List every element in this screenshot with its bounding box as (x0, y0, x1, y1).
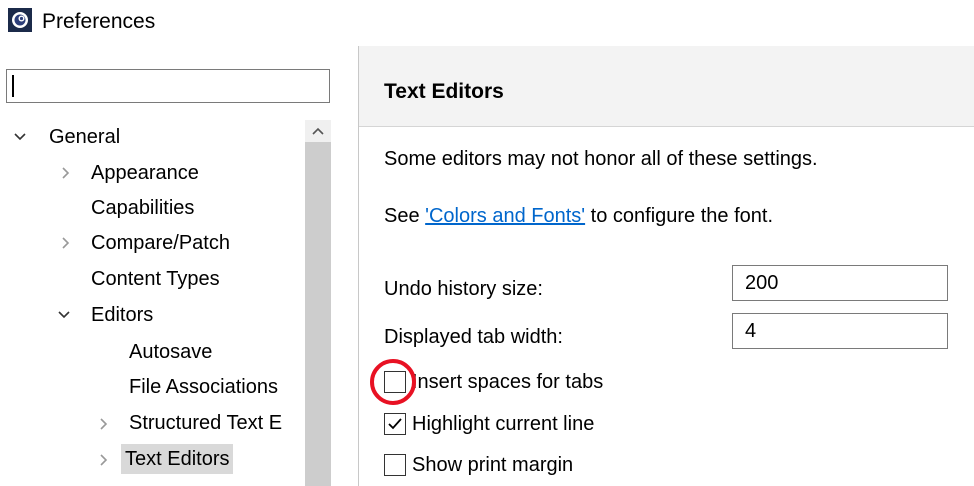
tree-item-autosave[interactable]: Autosave (0, 335, 216, 369)
print-margin-checkbox[interactable] (384, 454, 406, 476)
tree-item-editors[interactable]: Editors (0, 298, 157, 332)
settings-note: Some editors may not honor all of these … (384, 148, 818, 170)
tree-item-label: Appearance (91, 162, 199, 184)
chevron-right-icon[interactable] (96, 452, 112, 468)
text-caret (12, 75, 14, 97)
colors-and-fonts-link[interactable]: 'Colors and Fonts' (425, 205, 585, 227)
tree-item-label: Editors (91, 304, 154, 326)
preference-page: Text Editors Some editors may not honor … (359, 46, 974, 486)
chevron-right-icon[interactable] (96, 416, 112, 432)
insert-spaces-label: Insert spaces for tabs (412, 370, 604, 393)
page-header: Text Editors (359, 46, 974, 127)
eclipse-app-icon (8, 8, 32, 32)
tree-item-capabilities[interactable]: Capabilities (0, 191, 198, 225)
tree-item-general[interactable]: General (0, 120, 124, 154)
highlight-line-checkbox[interactable] (384, 413, 406, 435)
tree-item-structured-text-editors[interactable]: Structured Text E (0, 406, 286, 440)
chevron-down-icon[interactable] (12, 129, 28, 145)
undo-history-input[interactable] (732, 265, 948, 301)
tree-item-file-associations[interactable]: File Associations (0, 370, 282, 404)
insert-spaces-checkbox[interactable] (384, 371, 406, 393)
tree-item-label: Capabilities (91, 197, 195, 219)
page-title: Text Editors (384, 80, 504, 103)
tab-width-input[interactable] (732, 313, 948, 349)
tree-item-label: Compare/Patch (91, 232, 230, 254)
highlight-line-option[interactable]: Highlight current line (384, 410, 594, 438)
chevron-right-icon[interactable] (58, 235, 74, 251)
tree-item-content-types[interactable]: Content Types (0, 262, 224, 296)
chevron-down-icon[interactable] (56, 307, 72, 323)
undo-history-label: Undo history size: (384, 278, 543, 300)
tree-item-compare-patch[interactable]: Compare/Patch (0, 226, 234, 260)
insert-spaces-option[interactable]: Insert spaces for tabs (384, 368, 603, 396)
tree-item-appearance[interactable]: Appearance (0, 156, 203, 190)
print-margin-label: Show print margin (412, 453, 574, 476)
tree-item-label: Content Types (91, 268, 220, 290)
see-prefix: See (384, 205, 426, 227)
scroll-up-arrow-icon[interactable] (310, 124, 326, 138)
tree-item-label: Autosave (129, 341, 213, 363)
print-margin-option[interactable]: Show print margin (384, 451, 573, 479)
font-config-line: See 'Colors and Fonts' to configure the … (384, 205, 773, 228)
tree-item-label: File Associations (129, 376, 278, 398)
tree-item-text-editors[interactable]: Text Editors (0, 442, 234, 476)
highlight-line-label: Highlight current line (412, 412, 595, 435)
window-title: Preferences (42, 10, 156, 33)
tree-item-label: Structured Text E (129, 412, 283, 434)
tree-scrollbar[interactable] (305, 120, 331, 486)
tree-item-label: Text Editors (121, 444, 234, 474)
chevron-right-icon[interactable] (58, 165, 74, 181)
preferences-tree: General Appearance Capabilities Compare/… (0, 120, 305, 486)
scrollbar-thumb[interactable] (305, 142, 331, 486)
tab-width-label: Displayed tab width: (384, 326, 563, 348)
see-suffix: to configure the font. (585, 205, 773, 227)
checkmark-icon (388, 418, 402, 430)
filter-input[interactable] (6, 69, 330, 103)
preferences-window: Preferences General Appearance Capabilit… (0, 0, 974, 486)
tree-item-label: General (49, 126, 121, 148)
title-bar: Preferences (0, 0, 974, 44)
